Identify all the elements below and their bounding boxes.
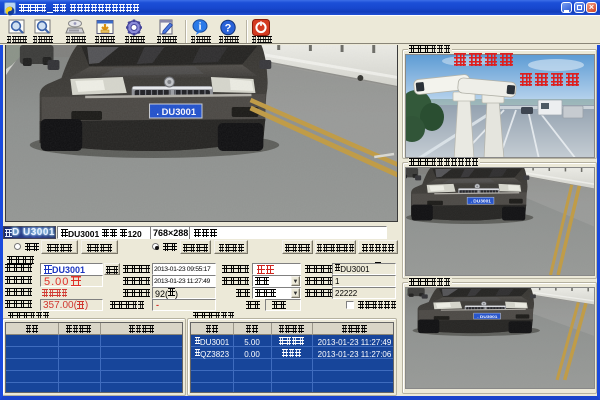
svg-text:?: ? (225, 23, 232, 35)
svg-text:i: i (199, 22, 202, 33)
